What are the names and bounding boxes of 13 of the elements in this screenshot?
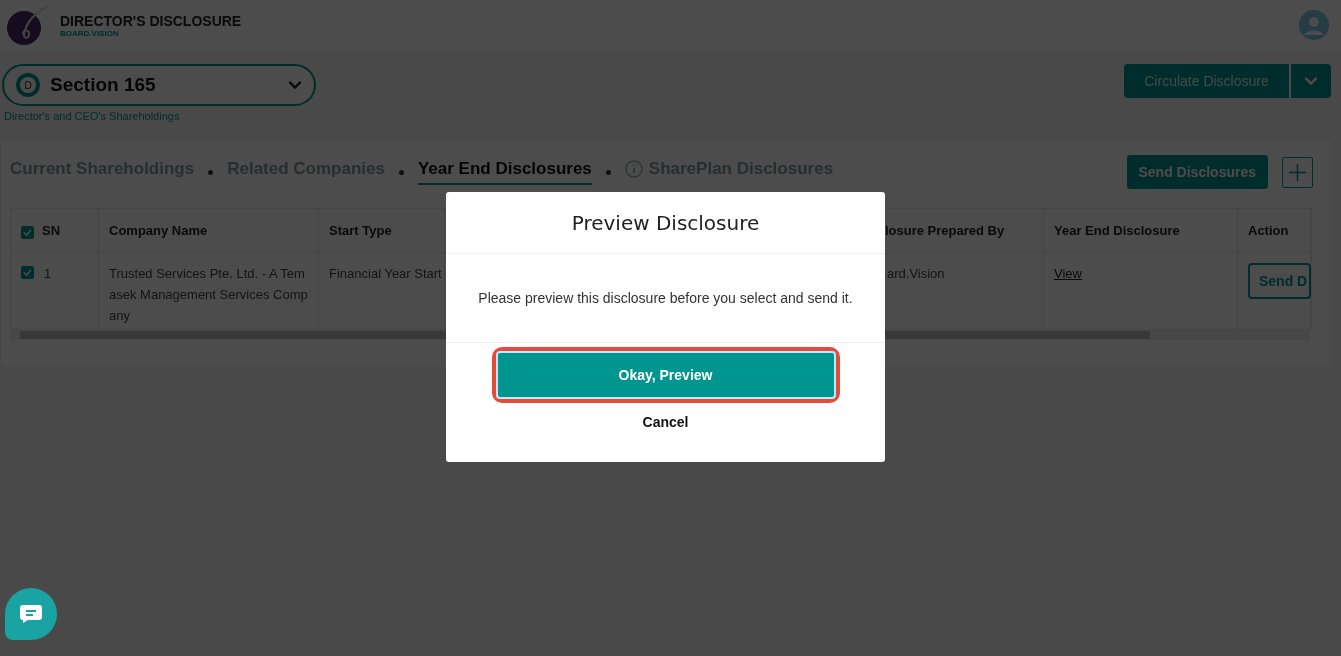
app-title: DIRECTOR'S DISCLOSURE bbox=[60, 12, 243, 29]
table-cell-text: ard.Vision bbox=[887, 265, 945, 283]
chat-icon bbox=[20, 605, 42, 623]
table-cell-text: 1 bbox=[44, 265, 52, 283]
dialog-title: Preview Disclosure bbox=[446, 192, 885, 254]
table-cell-text: Trusted Services Pte. Ltd. - A Temasek Management Services Company bbox=[109, 265, 308, 325]
dialog-message: Please preview this disclosure before you select and send it. bbox=[446, 254, 885, 343]
column-header: SN bbox=[42, 223, 61, 238]
app-subtitle: BOARD.VISION bbox=[60, 28, 120, 38]
breadcrumb: Director's and CEO's Shareholdings bbox=[3, 109, 181, 124]
cancel-button[interactable]: Cancel bbox=[636, 413, 695, 431]
confirm-button[interactable]: Okay, Preview bbox=[495, 351, 836, 399]
table-cell-text: Financial Year Start bbox=[329, 265, 442, 283]
